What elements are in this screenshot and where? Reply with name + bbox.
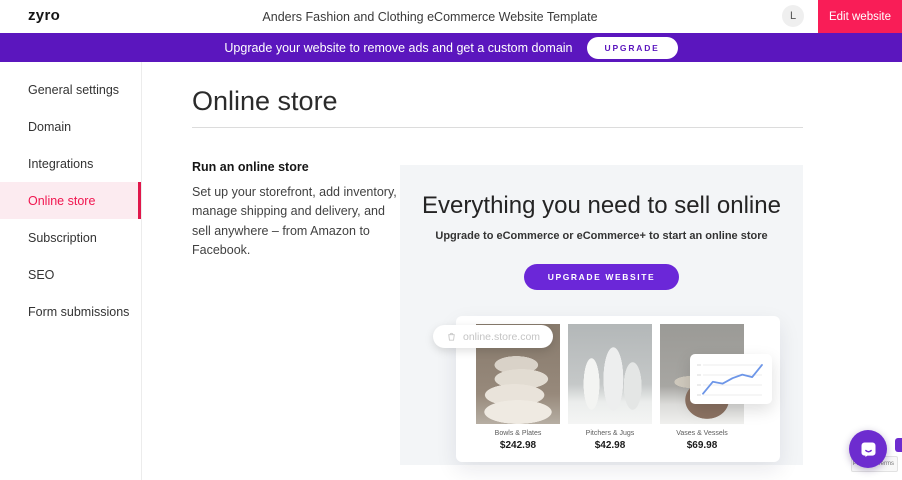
sidebar-item[interactable]: Online store xyxy=(0,182,141,219)
upgrade-website-button[interactable]: UPGRADE WEBSITE xyxy=(524,264,680,290)
sidebar-item-label: Form submissions xyxy=(28,305,129,319)
zyro-logo[interactable]: zyro xyxy=(28,7,60,24)
product-image xyxy=(568,324,652,424)
upgrade-banner-button[interactable]: UPGRADE xyxy=(587,37,678,59)
mini-chart-line xyxy=(703,365,762,394)
sidebar-item[interactable]: Integrations xyxy=(0,145,141,182)
chat-side-tab[interactable] xyxy=(895,438,902,452)
store-url-text: online.store.com xyxy=(463,331,540,343)
sidebar-item[interactable]: Domain xyxy=(0,108,141,145)
sidebar-item[interactable]: General settings xyxy=(0,71,141,108)
title-divider xyxy=(192,127,803,128)
chat-widget-button[interactable] xyxy=(849,430,887,468)
section-heading: Run an online store xyxy=(192,160,404,174)
app-window: zyro Anders Fashion and Clothing eCommer… xyxy=(0,0,902,480)
product-name: Vases & Vessels xyxy=(660,430,744,437)
page-title: Online store xyxy=(192,86,338,117)
sidebar-item[interactable]: SEO xyxy=(0,256,141,293)
site-template-title: Anders Fashion and Clothing eCommerce We… xyxy=(160,10,700,24)
edit-website-button[interactable]: Edit website xyxy=(818,0,902,33)
sidebar-item-label: Online store xyxy=(28,194,95,208)
product-price: $42.98 xyxy=(568,440,652,451)
store-url-pill: online.store.com xyxy=(433,325,553,348)
chat-bubble-icon xyxy=(858,439,879,460)
promo-heading: Everything you need to sell online xyxy=(400,192,803,220)
product-price: $69.98 xyxy=(660,440,744,451)
section-description: Set up your storefront, add inventory, m… xyxy=(192,183,404,261)
ecommerce-promo-panel: Everything you need to sell online Upgra… xyxy=(400,165,803,465)
user-avatar[interactable]: L xyxy=(782,5,804,27)
main-content: Online store Run an online store Set up … xyxy=(142,62,902,480)
sidebar-item-label: Subscription xyxy=(28,231,97,245)
upgrade-banner: Upgrade your website to remove ads and g… xyxy=(0,33,902,62)
product-item: Pitchers & Jugs $42.98 xyxy=(568,324,652,451)
sidebar-item-label: Domain xyxy=(28,120,71,134)
top-header: zyro Anders Fashion and Clothing eCommer… xyxy=(0,0,902,33)
sidebar-item-label: SEO xyxy=(28,268,54,282)
product-price: $242.98 xyxy=(476,440,560,451)
settings-sidebar: General settings Domain Integrations Onl… xyxy=(0,62,142,480)
product-name: Bowls & Plates xyxy=(476,430,560,437)
promo-subheading: Upgrade to eCommerce or eCommerce+ to st… xyxy=(400,230,803,242)
online-store-description-section: Run an online store Set up your storefro… xyxy=(192,160,404,261)
sales-sparkline-chart xyxy=(690,354,772,404)
upgrade-banner-text: Upgrade your website to remove ads and g… xyxy=(224,41,572,55)
sidebar-item[interactable]: Form submissions xyxy=(0,293,141,330)
sidebar-item[interactable]: Subscription xyxy=(0,219,141,256)
sidebar-item-label: General settings xyxy=(28,83,119,97)
sidebar-item-label: Integrations xyxy=(28,157,93,171)
sales-chart-card xyxy=(690,354,772,404)
shopping-cart-icon xyxy=(446,331,457,342)
product-name: Pitchers & Jugs xyxy=(568,430,652,437)
